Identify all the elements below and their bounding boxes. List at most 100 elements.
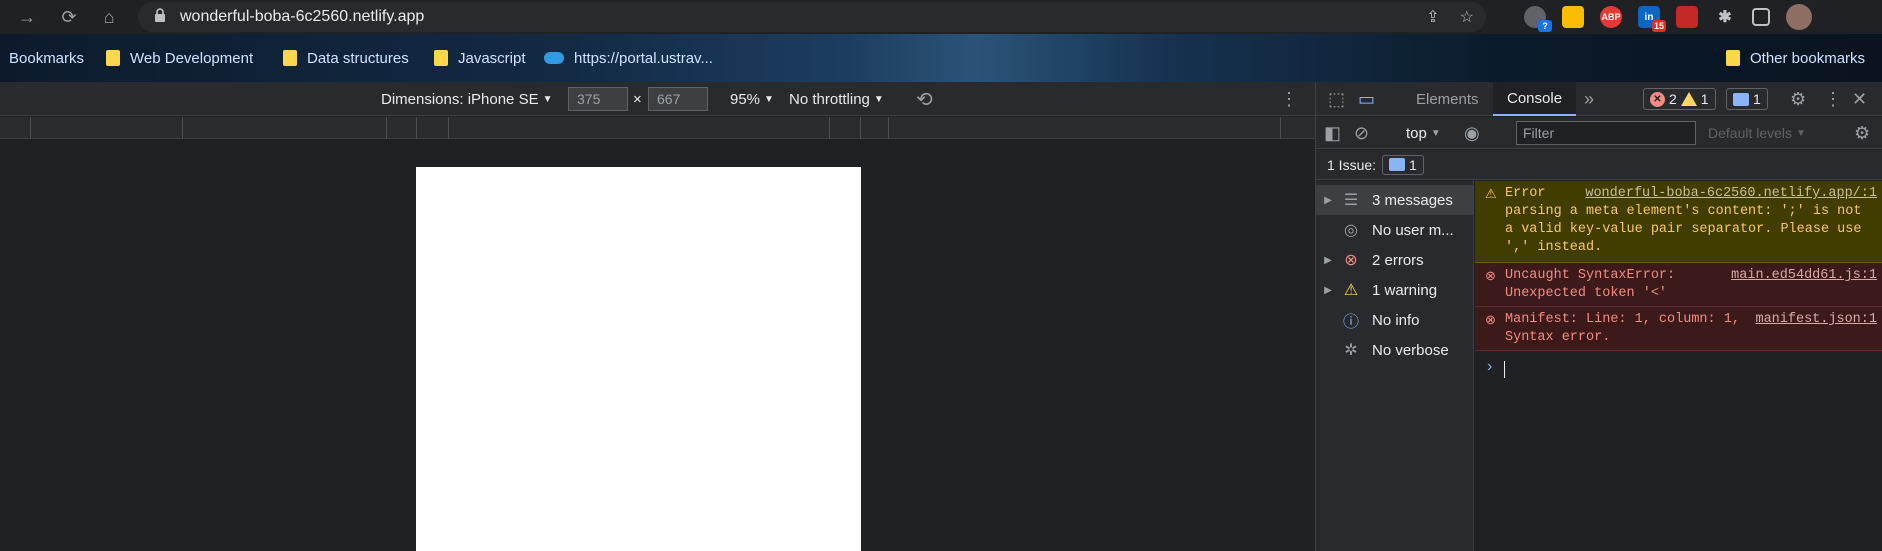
sidebar-item-messages[interactable]: ▶ ☰ 3 messages [1316,185,1474,215]
bug-icon: ✲ [1344,342,1358,359]
sidebar-item-user-messages[interactable]: ◎ No user m... [1316,215,1474,245]
message-source-link[interactable]: main.ed54dd61.js:1 [1731,267,1877,285]
more-tabs-icon[interactable]: » [1584,82,1594,116]
rotate-icon[interactable]: ⟲ [916,82,933,116]
clear-console-icon[interactable]: ⊘ [1354,117,1369,149]
reload-button[interactable]: ⟳ [52,0,86,34]
ruler-tick [829,117,830,139]
folder-icon [106,50,120,66]
levels-dropdown[interactable]: Default levels ▼ [1708,117,1806,149]
omnibox[interactable]: wonderful-boba-6c2560.netlify.app ⇪ ☆ [138,2,1486,32]
bookmark-web-development[interactable]: Web Development [106,34,253,82]
console-message-error[interactable]: ⊗ main.ed54dd61.js:1 Uncaught SyntaxErro… [1475,263,1882,307]
warning-icon: ⚠ [1343,282,1359,299]
error-icon: ✕ [1650,91,1665,107]
dimensions-dropdown[interactable]: Dimensions: iPhone SE ▼ [381,82,553,116]
caret-down-icon: ▼ [1796,127,1806,139]
console-input[interactable] [1504,361,1505,378]
bookmark-extension-icon[interactable] [1676,6,1698,28]
issues-chip[interactable]: 1 [1382,154,1424,175]
error-icon: ⊗ [1485,269,1496,284]
device-toggle-icon[interactable]: ▭ [1358,82,1375,116]
bookmark-portal[interactable]: https://portal.ustrav... [544,34,713,82]
home-button[interactable]: ⌂ [92,0,126,34]
star-icon[interactable]: ☆ [1460,7,1474,27]
bookmarks-bar: Bookmarks Web Development Data structure… [0,34,1882,82]
more-options-icon[interactable]: ⋮ [1280,82,1298,116]
chat-extension-icon[interactable]: ? [1524,6,1552,32]
devtools-panel: ⬚ ▭ Elements Console » ✕ 2 1 1 ⚙ ⋮ ✕ ◧ ⊘ … [1315,82,1882,551]
gear-icon[interactable]: ⚙ [1790,82,1806,116]
more-options-icon[interactable]: ⋮ [1824,82,1842,116]
tab-console[interactable]: Console [1493,82,1577,116]
close-icon[interactable]: ✕ [1852,82,1867,116]
console-toolbar: ◧ ⊘ top ▼ ◉ Filter Default levels ▼ ⚙ [1316,117,1882,149]
side-panel-icon[interactable] [1752,8,1770,26]
console-messages: ⚠ wonderful-boba-6c2560.netlify.app/:1 E… [1475,181,1882,551]
context-dropdown[interactable]: top ▼ [1406,117,1441,149]
expand-icon[interactable]: ▶ [1316,285,1340,296]
avatar[interactable] [1786,4,1812,30]
sidebar-toggle-icon[interactable]: ◧ [1324,117,1341,149]
sidebar-item-verbose[interactable]: ✲ No verbose [1316,335,1474,365]
expand-icon[interactable]: ▶ [1316,255,1340,266]
error-icon: ⊗ [1344,252,1358,269]
times-sign: × [633,90,642,108]
bookmark-data-structures[interactable]: Data structures [283,34,409,82]
browser-window: → ⟳ ⌂ wonderful-boba-6c2560.netlify.app … [0,0,1882,551]
message-text: Manifest: Line: 1, column: 1, Syntax err… [1505,312,1740,345]
info-icon: ⓘ [1342,314,1359,331]
folder-icon [434,50,448,66]
console-message-error[interactable]: ⊗ manifest.json:1 Manifest: Line: 1, col… [1475,307,1882,351]
console-sidebar: ▶ ☰ 3 messages ◎ No user m... ▶ ⊗ 2 erro… [1316,181,1474,551]
bookmark-apps[interactable]: Bookmarks [9,34,84,82]
caret-down-icon: ▼ [542,93,553,105]
error-icon: ⊗ [1485,313,1496,328]
keep-extension-icon[interactable] [1562,6,1584,28]
ruler-tick [448,117,449,139]
message-source-link[interactable]: wonderful-boba-6c2560.netlify.app/:1 [1585,185,1877,203]
ruler-tick [182,117,183,139]
filter-input[interactable]: Filter [1516,121,1696,145]
console-message-warning[interactable]: ⚠ wonderful-boba-6c2560.netlify.app/:1 E… [1475,181,1882,263]
height-input[interactable]: 667 [648,87,708,111]
caret-down-icon: ▼ [873,93,884,105]
expand-icon[interactable]: ▶ [1316,195,1340,206]
address-toolbar: → ⟳ ⌂ wonderful-boba-6c2560.netlify.app … [0,0,1882,34]
width-input[interactable]: 375 [568,87,628,111]
forward-button[interactable]: → [10,0,44,34]
emulated-viewport [0,139,1315,551]
info-count[interactable]: 1 [1726,88,1768,110]
issues-bar[interactable]: 1 Issue: 1 [1316,150,1882,180]
sidebar-item-errors[interactable]: ▶ ⊗ 2 errors [1316,245,1474,275]
adblock-extension-icon[interactable]: ABP [1600,6,1622,28]
ruler-tick [1280,117,1281,139]
message-source-link[interactable]: manifest.json:1 [1755,311,1877,329]
zoom-dropdown[interactable]: 95% ▼ [730,82,774,116]
other-bookmarks[interactable]: Other bookmarks [1726,34,1865,82]
sidebar-item-warnings[interactable]: ▶ ⚠ 1 warning [1316,275,1474,305]
ruler-tick [416,117,417,139]
bookmark-javascript[interactable]: Javascript [434,34,526,82]
user-icon: ◎ [1344,222,1358,239]
warning-icon: ⚠ [1485,187,1497,202]
console-settings-icon[interactable]: ⚙ [1854,117,1870,149]
inspect-icon[interactable]: ⬚ [1328,82,1345,116]
warning-icon [1680,92,1697,106]
issue-counts[interactable]: ✕ 2 1 [1643,88,1716,110]
puzzle-icon[interactable]: ✱ [1714,6,1736,28]
linkedin-extension-icon[interactable]: in 15 [1638,6,1666,32]
ruler-tick [888,117,889,139]
url-text[interactable]: wonderful-boba-6c2560.netlify.app [180,8,424,26]
sidebar-item-info[interactable]: ⓘ No info [1316,305,1474,335]
ruler-tick [860,117,861,139]
share-icon[interactable]: ⇪ [1426,7,1439,27]
tab-elements[interactable]: Elements [1416,82,1479,116]
eye-icon[interactable]: ◉ [1464,117,1480,149]
page-content[interactable] [416,167,861,551]
folder-icon [283,50,297,66]
prompt-icon: › [1487,358,1493,375]
throttling-dropdown[interactable]: No throttling ▼ [789,82,884,116]
extensions-area: ? ABP in 15 ✱ [1524,2,1812,32]
message-icon [1733,92,1749,106]
